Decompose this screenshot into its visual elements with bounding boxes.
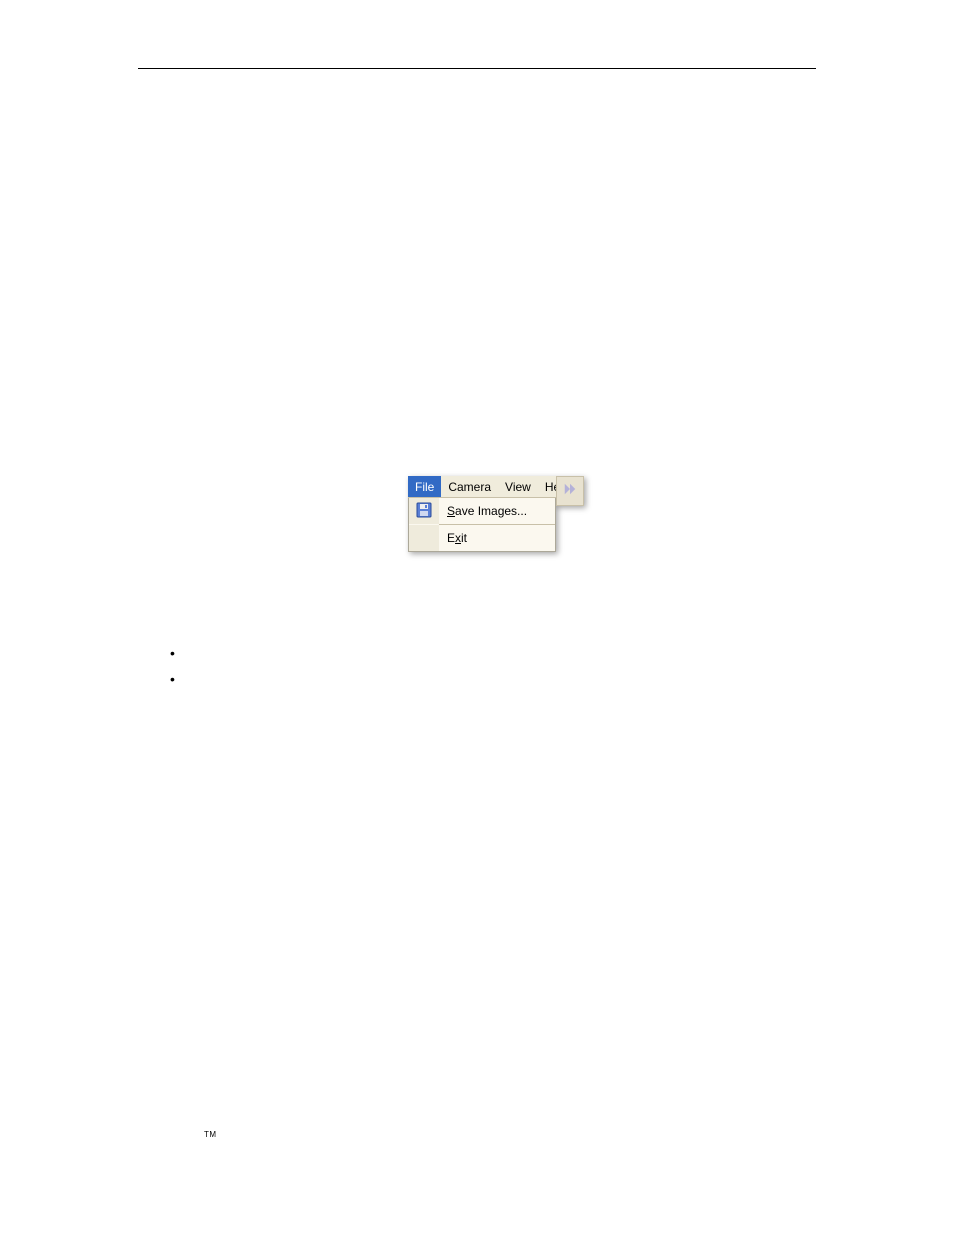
bullet-list: • • xyxy=(170,640,175,692)
save-icon xyxy=(416,502,432,521)
menuitem-save-images[interactable]: Save Images... xyxy=(409,498,555,524)
menu-camera[interactable]: Camera xyxy=(441,476,498,497)
menuitem-exit-label: Exit xyxy=(439,531,555,545)
page: File Camera View Help xyxy=(0,0,954,1235)
menu-widget: File Camera View Help xyxy=(408,476,572,561)
file-dropdown: Save Images... Exit xyxy=(408,498,556,552)
menubar: File Camera View Help xyxy=(408,476,572,498)
bullet-item: • xyxy=(170,666,175,692)
top-horizontal-rule xyxy=(138,68,816,69)
menu-file[interactable]: File xyxy=(408,476,441,497)
trademark-symbol: TM xyxy=(204,1130,217,1139)
bullet-item: • xyxy=(170,640,175,666)
toolbar-remnant xyxy=(556,476,584,506)
menu-view[interactable]: View xyxy=(498,476,538,497)
menuitem-save-images-label: Save Images... xyxy=(439,504,555,518)
next-icon xyxy=(563,482,577,501)
icon-column xyxy=(409,498,439,524)
menuitem-exit[interactable]: Exit xyxy=(409,525,555,551)
icon-column xyxy=(409,525,439,551)
